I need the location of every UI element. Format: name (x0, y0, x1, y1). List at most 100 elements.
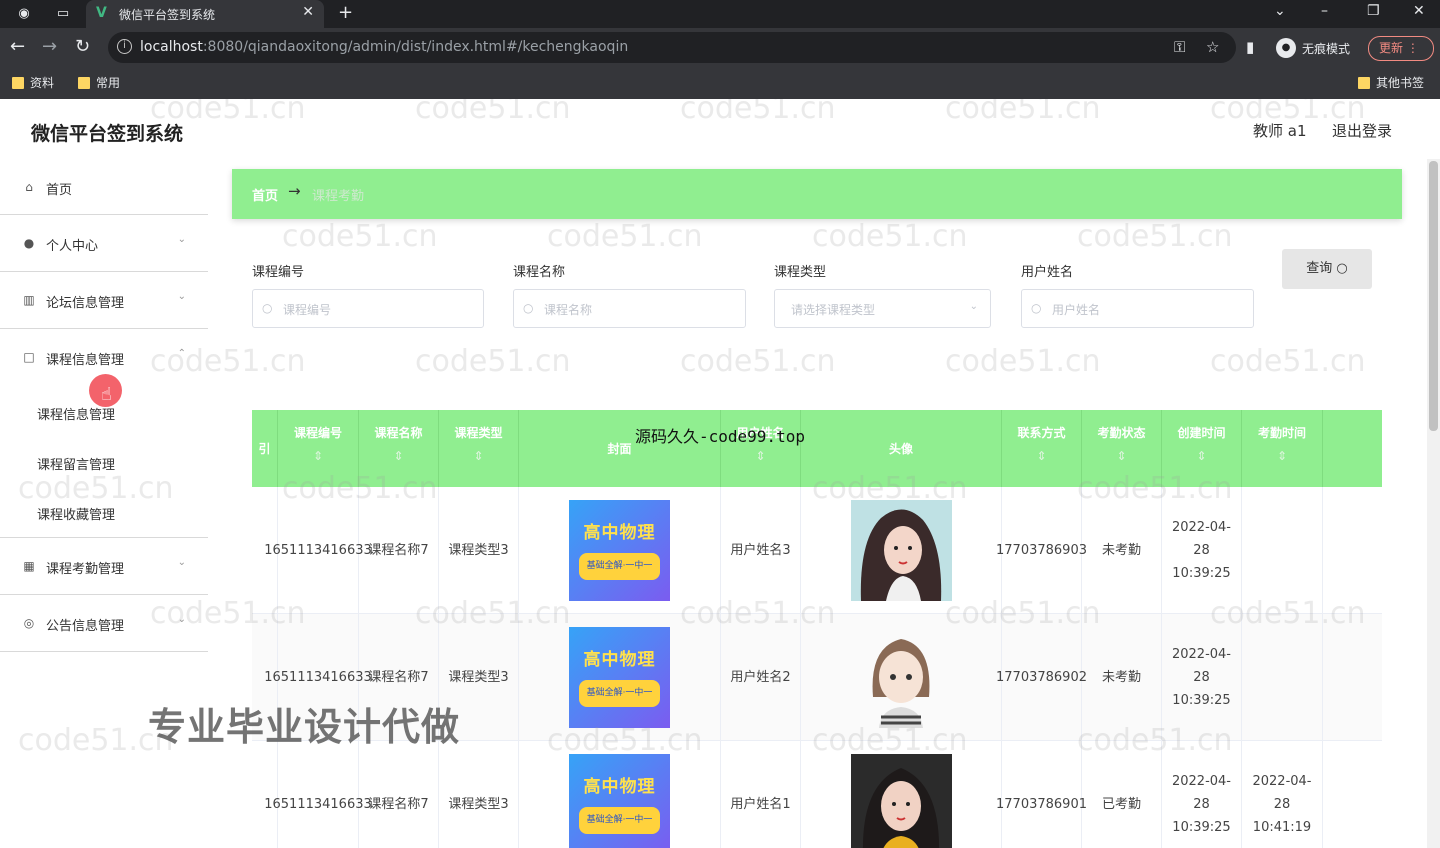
avatar-cell (801, 741, 1002, 848)
user-name-cell: 用户姓名2 (721, 614, 801, 741)
table-row[interactable]: 1651113416633 课程名称7 课程类型3 高中物理 基础全解·一中一 用… (252, 741, 1382, 848)
course-name-cell: 课程名称7 (359, 741, 439, 848)
tab-bar: ◉ ▭ V 微信平台签到系统 ✕ + ⌄ – ❐ ✕ (0, 0, 1440, 28)
column-header[interactable]: 创建时间 ⇕ (1162, 410, 1242, 487)
cover-cell: 高中物理 基础全解·一中一 (519, 487, 721, 614)
omnibox[interactable]: i localhost:8080/qiandaoxitong/admin/dis… (108, 32, 1236, 63)
submenu-course-favorite[interactable]: 课程收藏管理 (0, 486, 208, 537)
incognito-badge[interactable]: ● 无痕模式 (1276, 36, 1350, 60)
avatar[interactable] (850, 627, 952, 728)
sidepanel-icon[interactable]: ▮ (1246, 38, 1254, 56)
sidebar-item-notice[interactable]: ◎ 公告信息管理 ⌄ (0, 595, 208, 652)
checkin-cell (1242, 487, 1323, 614)
current-user: 教师 a1 (1253, 122, 1307, 140)
user-icon: ● (23, 236, 35, 250)
close-tab-icon[interactable]: ✕ (302, 4, 314, 20)
forward-icon[interactable]: → (42, 37, 57, 57)
sidebar-item-label: 首页 (46, 183, 73, 198)
scrollbar-thumb[interactable] (1429, 161, 1438, 431)
course-type-cell: 课程类型3 (439, 741, 519, 848)
watermark: code51.cn (945, 344, 1101, 379)
app-brand: 微信平台签到系统 (31, 123, 184, 145)
watermark: code51.cn (415, 344, 571, 379)
course-cover-image[interactable]: 高中物理 基础全解·一中一 (569, 754, 670, 848)
sidebar-item-attendance[interactable]: ▦ 课程考勤管理 ⌄ (0, 538, 208, 595)
watermark: code51.cn (1077, 219, 1233, 254)
bookmarks-bar: 资料 常用 其他书签 (0, 68, 1440, 99)
update-button[interactable]: 更新 ⋮ (1368, 36, 1434, 61)
logout-link[interactable]: 退出登录 (1332, 120, 1392, 141)
bookmark-folder[interactable]: 常用 (78, 74, 120, 91)
square-icon: □ (23, 350, 35, 364)
avatar-cell (801, 487, 1002, 614)
tab-search-icon[interactable]: ▭ (55, 6, 71, 22)
cover-cell: 高中物理 基础全解·一中一 (519, 741, 721, 848)
url-text[interactable]: localhost:8080/qiandaoxitong/admin/dist/… (140, 39, 628, 55)
folder-icon (1358, 76, 1370, 89)
table-row[interactable]: 1651113416633 课程名称7 课程类型3 高中物理 基础全解·一中一 用… (252, 487, 1382, 614)
avatar[interactable] (850, 754, 952, 848)
info-icon[interactable]: i (117, 39, 132, 54)
sidebar-item-label: 课程考勤管理 (46, 562, 125, 577)
column-header[interactable]: 考勤状态 ⇕ (1082, 410, 1162, 487)
submenu-label: 课程收藏管理 (37, 508, 116, 523)
browser-menu-icon[interactable]: ◉ (16, 6, 32, 22)
active-tab[interactable]: V 微信平台签到系统 ✕ (86, 0, 324, 28)
page-scrollbar[interactable] (1427, 159, 1440, 848)
column-header[interactable]: 封面 (519, 410, 721, 487)
course-cover-image[interactable]: 高中物理 基础全解·一中一 (569, 627, 670, 728)
course-no-input[interactable]: ○ 课程编号 (252, 289, 484, 328)
vue-logo-icon: V (96, 5, 107, 21)
course-type-select[interactable]: 请选择课程类型 ⌄ (774, 289, 991, 328)
incognito-icon: ● (1276, 38, 1296, 58)
close-window-icon[interactable]: ✕ (1413, 3, 1425, 19)
tab-list-icon[interactable]: ⌄ (1274, 3, 1286, 19)
key-icon[interactable]: ⚿ (1174, 38, 1185, 56)
breadcrumb-home[interactable]: 首页 (252, 185, 278, 204)
restore-icon[interactable]: ❐ (1367, 3, 1380, 19)
chevron-down-icon: ⌄ (177, 291, 186, 302)
reload-icon[interactable]: ↻ (75, 37, 90, 57)
sort-icon: ⇕ (1036, 449, 1047, 463)
avatar[interactable] (850, 500, 952, 601)
submenu-label: 课程留言管理 (37, 458, 116, 473)
chevron-down-icon: ⌄ (177, 614, 186, 625)
home-icon: ⌂ (25, 180, 33, 194)
minimize-icon[interactable]: – (1321, 3, 1328, 19)
grid-icon: ▦ (23, 559, 35, 573)
column-header[interactable]: 用户姓名 ⇕ (721, 410, 801, 487)
sidebar-item-profile[interactable]: ● 个人中心 ⌄ (0, 215, 208, 272)
new-tab-icon[interactable]: + (338, 2, 353, 23)
column-header[interactable]: 课程类型 ⇕ (439, 410, 519, 487)
watermark: code51.cn (1210, 344, 1366, 379)
submenu-course-message[interactable]: 课程留言管理 (0, 436, 208, 486)
sidebar-item-label: 论坛信息管理 (46, 296, 125, 311)
input-placeholder: 课程名称 (544, 303, 593, 317)
back-icon[interactable]: ← (10, 37, 25, 57)
watermark: code51.cn (812, 219, 968, 254)
input-placeholder: 课程编号 (283, 303, 332, 317)
phone-cell: 17703786901 (996, 741, 1087, 848)
bookmark-star-icon[interactable]: ☆ (1206, 38, 1219, 56)
created-cell: 2022-04-28 10:39:25 (1162, 741, 1242, 848)
sidebar-item-home[interactable]: ⌂ 首页 (0, 159, 208, 215)
column-header[interactable]: 引 (252, 410, 278, 487)
attendance-table: 引 课程编号 ⇕ 课程名称 ⇕ 课程类型 ⇕ 封面 用户姓名 ⇕ 头像 联系方式 ⇕ 考勤… (252, 410, 1382, 848)
bookmark-folder[interactable]: 资料 (12, 74, 54, 91)
column-header[interactable]: 课程名称 ⇕ (359, 410, 439, 487)
address-bar: ← → ↻ i localhost:8080/qiandaoxitong/adm… (0, 28, 1440, 68)
course-type-cell: 课程类型3 (439, 487, 519, 614)
column-header[interactable]: 联系方式 ⇕ (1002, 410, 1082, 487)
course-cover-image[interactable]: 高中物理 基础全解·一中一 (569, 500, 670, 601)
course-name-input[interactable]: ○ 课程名称 (513, 289, 746, 328)
column-header[interactable]: 考勤时间 ⇕ (1242, 410, 1323, 487)
other-bookmarks[interactable]: 其他书签 (1358, 74, 1424, 91)
search-icon: ○ (262, 301, 273, 315)
chevron-up-icon: ⌃ (177, 348, 186, 359)
column-header[interactable]: 头像 (801, 410, 1002, 487)
column-header[interactable]: 课程编号 ⇕ (278, 410, 359, 487)
query-button[interactable]: 查询 ○ (1282, 249, 1372, 289)
user-name-input[interactable]: ○ 用户姓名 (1021, 289, 1254, 328)
sidebar-item-forum[interactable]: ▥ 论坛信息管理 ⌄ (0, 272, 208, 329)
sort-icon: ⇕ (473, 449, 484, 463)
